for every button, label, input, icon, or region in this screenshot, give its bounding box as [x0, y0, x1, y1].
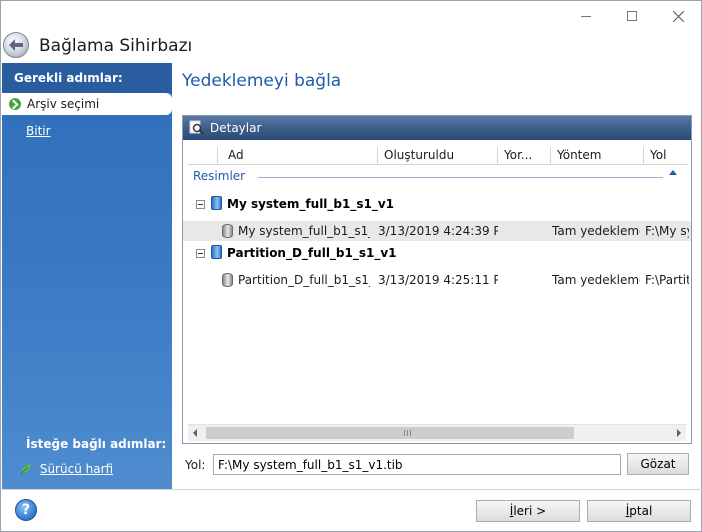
required-steps-header: Gerekli adımlar: — [2, 63, 172, 93]
row-method: Tam yedekleme — [552, 273, 640, 287]
archive-icon — [222, 224, 233, 238]
table-row[interactable]: My system_full_b1_s1_v1 3/13/2019 4:24:3… — [183, 221, 691, 241]
disk-icon — [211, 196, 222, 210]
details-panel-header[interactable]: Detaylar — [183, 116, 691, 140]
minimize-button[interactable] — [563, 1, 609, 31]
group-divider — [258, 177, 663, 178]
row-path: F:\My sy — [645, 224, 689, 238]
step-finish[interactable]: Bitir — [26, 124, 51, 138]
cancel-button[interactable]: İptal — [587, 500, 691, 522]
row-created: 3/13/2019 4:25:11 PM — [378, 273, 498, 287]
path-label: Yol: — [185, 458, 206, 472]
collapse-group-icon[interactable] — [669, 170, 677, 175]
next-button-label: leri > — [513, 504, 547, 518]
close-button[interactable] — [655, 1, 701, 31]
optional-step-drive-letter[interactable]: Sürücü harfi — [20, 462, 113, 476]
maximize-button[interactable] — [609, 1, 655, 31]
collapse-toggle-icon[interactable] — [196, 200, 205, 209]
details-panel: Detaylar Ad Oluşturuldu Yor... Yöntem Yo… — [182, 115, 692, 444]
wizard-sidebar: Gerekli adımlar: Arşiv seçimi Bitir İste… — [2, 63, 172, 489]
scrollbar-grip-icon — [404, 430, 411, 436]
column-header-name[interactable]: Ad — [218, 147, 378, 165]
title-bar: Bağlama Sihirbazı — [1, 1, 701, 63]
wizard-window: Bağlama Sihirbazı Gerekli adımlar: Arşiv… — [0, 0, 702, 532]
browse-button[interactable]: Gözat — [627, 453, 689, 475]
details-icon — [189, 120, 204, 135]
horizontal-scrollbar[interactable] — [188, 424, 686, 441]
required-steps-label: Gerekli adımlar: — [14, 71, 123, 85]
close-icon — [672, 10, 684, 22]
next-button[interactable]: İleri > — [476, 500, 580, 522]
column-header-created[interactable]: Oluşturuldu — [378, 147, 498, 165]
optional-step-label: Sürücü harfi — [39, 462, 114, 476]
scrollbar-thumb[interactable] — [206, 427, 574, 439]
scroll-left-icon[interactable] — [193, 429, 197, 437]
optional-steps-header: İsteğe bağlı adımlar: — [26, 437, 167, 451]
column-header-blank — [188, 147, 218, 165]
step-label: Arşiv seçimi — [27, 97, 100, 111]
column-headers: Ad Oluşturuldu Yor... Yöntem Yol — [188, 147, 688, 165]
row-name: Partition_D_full_b1_s1_v1 — [238, 273, 370, 287]
help-icon[interactable]: ? — [15, 499, 37, 521]
footer-divider — [2, 489, 702, 490]
archive-group-name[interactable]: My system_full_b1_s1_v1 — [227, 197, 394, 211]
column-header-path[interactable]: Yol — [644, 147, 688, 165]
back-arrow-icon[interactable] — [3, 32, 29, 58]
collapse-toggle-icon[interactable] — [196, 249, 205, 258]
step-archive-selection[interactable]: Arşiv seçimi — [2, 93, 172, 115]
row-path: F:\Partit — [645, 273, 689, 287]
disk-icon — [211, 245, 222, 259]
column-header-method[interactable]: Yöntem — [551, 147, 644, 165]
table-row[interactable]: Partition_D_full_b1_s1_v1 3/13/2019 4:25… — [183, 270, 691, 290]
checkmark-icon — [9, 98, 21, 110]
details-panel-title: Detaylar — [210, 121, 262, 135]
maximize-icon — [627, 11, 637, 21]
archive-icon — [222, 273, 233, 287]
row-method: Tam yedekleme — [552, 224, 640, 238]
column-header-comment[interactable]: Yor... — [498, 147, 551, 165]
path-input[interactable] — [213, 454, 621, 475]
archive-group-name[interactable]: Partition_D_full_b1_s1_v1 — [227, 246, 397, 260]
row-name: My system_full_b1_s1_v1 — [238, 224, 370, 238]
cancel-button-label: ptal — [629, 504, 653, 518]
leaf-icon — [20, 464, 31, 475]
scroll-right-icon[interactable] — [677, 429, 681, 437]
window-title: Bağlama Sihirbazı — [39, 36, 193, 56]
minimize-icon — [581, 15, 591, 17]
page-title: Yedeklemeyi bağla — [182, 71, 342, 91]
group-label-images: Resimler — [193, 169, 246, 183]
row-created: 3/13/2019 4:24:39 PM — [378, 224, 498, 238]
